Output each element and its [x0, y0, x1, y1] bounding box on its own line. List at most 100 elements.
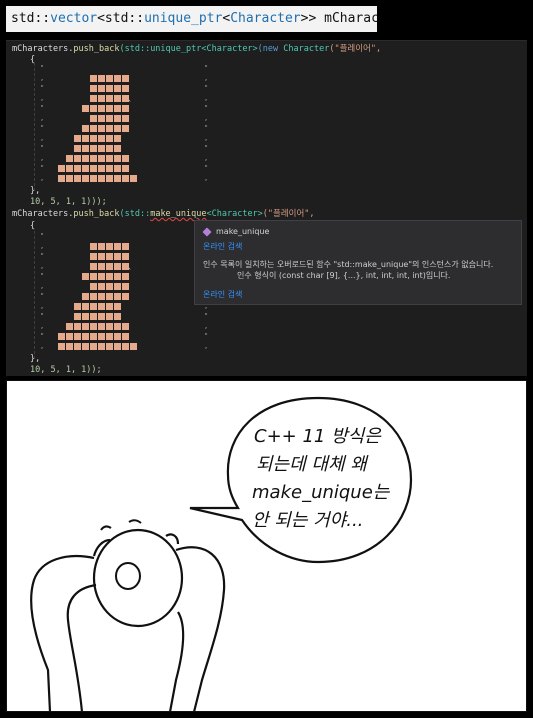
ascii-art-block: [82, 303, 89, 310]
code-args-2: 10, 5, 1, 1));: [30, 365, 102, 375]
tooltip-message: 인수 목록이 일치하는 오버로드된 함수 "std::make_unique"의…: [203, 259, 517, 281]
ascii-art-block: [98, 85, 105, 92]
ascii-art-block: [122, 85, 129, 92]
person-mouth: [115, 562, 141, 590]
ascii-art-block: [66, 175, 73, 182]
code-token: (std::: [119, 209, 151, 219]
string-quote-mark: ": [204, 312, 209, 320]
bubble-line-2: 되는데 대체 왜: [256, 454, 367, 475]
ascii-art-block: [90, 343, 97, 350]
ascii-art-block: [114, 323, 121, 330]
ascii-art-block: [98, 95, 105, 102]
ascii-art-block: [106, 115, 113, 122]
search-online-link-bottom[interactable]: 온라인 검색: [203, 289, 242, 300]
code-editor[interactable]: mCharacters.push_back(std::unique_ptr<Ch…: [6, 40, 527, 376]
ascii-art-block: [106, 145, 113, 152]
make-unique-error-token[interactable]: make_unique: [150, 209, 206, 219]
ascii-art-block: [114, 95, 121, 102]
code-token: (new: [257, 44, 284, 54]
ascii-art-block: [106, 293, 113, 300]
ascii-art-block: [58, 343, 65, 350]
code-token: mCharacters.: [12, 44, 74, 54]
ascii-art-block: [66, 333, 73, 340]
string-quote-mark: ": [40, 252, 45, 260]
code-line-push-back-new[interactable]: mCharacters.push_back(std::unique_ptr<Ch…: [12, 44, 381, 55]
ascii-art-block: [82, 323, 89, 330]
ascii-art-block: [66, 165, 73, 172]
ascii-art-block: [82, 313, 89, 320]
code-token: push_back: [73, 209, 120, 219]
ascii-art-block: [66, 343, 73, 350]
ascii-art-block: [90, 273, 97, 280]
string-quote-mark: ,: [40, 302, 45, 310]
ascii-art-block: [98, 145, 105, 152]
string-quote-mark: ,: [40, 282, 45, 290]
ascii-art-block: [82, 343, 89, 350]
ascii-art-block: [74, 165, 81, 172]
string-quote-mark: ": [204, 332, 209, 340]
string-quote-mark: ,: [40, 94, 45, 102]
ascii-art-block: [98, 125, 105, 132]
ascii-art-block: [90, 333, 97, 340]
ascii-art-block: [114, 253, 121, 260]
search-online-link-top[interactable]: 온라인 검색: [203, 241, 242, 252]
ascii-art-block: [114, 273, 121, 280]
ascii-art-block: [114, 263, 121, 270]
ascii-art-block: [106, 105, 113, 112]
string-quote-mark: ,: [204, 322, 209, 330]
ascii-art-block: [90, 313, 97, 320]
string-quote-mark: ": [40, 312, 45, 320]
string-quote-mark: ": [204, 144, 209, 152]
ascii-art-block: [122, 243, 129, 250]
ascii-art-block: [114, 115, 121, 122]
ascii-art-block: [98, 283, 105, 290]
ascii-art-block: [122, 175, 129, 182]
ascii-art-block: [106, 243, 113, 250]
decl-suffix: >> mCharacters;: [300, 11, 377, 26]
decl-mid2: <: [222, 11, 231, 26]
ascii-art-block: [98, 165, 105, 172]
string-quote-mark: ,: [40, 342, 45, 350]
ascii-art-block: [114, 293, 121, 300]
ascii-art-block: [122, 95, 129, 102]
ascii-art-block: [106, 175, 113, 182]
tooltip-message-line1: 인수 목록이 일치하는 오버로드된 함수 "std::make_unique"의…: [203, 260, 494, 269]
ascii-art-block: [98, 313, 105, 320]
ascii-art-block: [122, 293, 129, 300]
ascii-art-block: [114, 333, 121, 340]
string-quote-mark: ,: [40, 262, 45, 270]
ascii-art-block: [82, 273, 89, 280]
ascii-art-block: [58, 165, 65, 172]
ascii-art-block: [106, 283, 113, 290]
code-args-1: 10, 5, 1, 1)));: [30, 197, 107, 207]
ascii-art-block: [90, 125, 97, 132]
string-quote-mark: ,: [204, 342, 209, 350]
tooltip-title: make_unique: [216, 227, 270, 236]
person-arm-right-inner: [168, 611, 185, 712]
code-token: mCharacters.: [12, 209, 74, 219]
string-quote-mark: ,: [204, 134, 209, 142]
bubble-line-3: make_unique는: [252, 482, 390, 503]
ascii-art-block: [90, 155, 97, 162]
ascii-art-block: [98, 323, 105, 330]
string-quote-mark: ": [40, 292, 45, 300]
ascii-art-block: [122, 125, 129, 132]
ascii-art-block: [98, 135, 105, 142]
ascii-art-block: [90, 75, 97, 82]
ascii-art-block: [114, 283, 121, 290]
ascii-art-block: [90, 263, 97, 270]
ascii-art-block: [74, 135, 81, 142]
ascii-art-block: [122, 343, 129, 350]
decl-prefix: std::: [11, 11, 51, 26]
ascii-art-block: [98, 273, 105, 280]
ascii-art-block: [106, 155, 113, 162]
ascii-art-block: [90, 85, 97, 92]
comic-panel: C++ 11 방식은 되는데 대체 왜 make_unique는 안 되는 거야…: [6, 380, 527, 712]
ascii-art-block: [114, 155, 121, 162]
ascii-art-block: [122, 333, 129, 340]
ascii-art-block: [122, 273, 129, 280]
code-line-make-unique[interactable]: mCharacters.push_back(std::make_unique<C…: [12, 209, 315, 220]
code-token: push_back: [73, 44, 120, 54]
ascii-art-block: [106, 135, 113, 142]
ascii-art-block: [106, 95, 113, 102]
